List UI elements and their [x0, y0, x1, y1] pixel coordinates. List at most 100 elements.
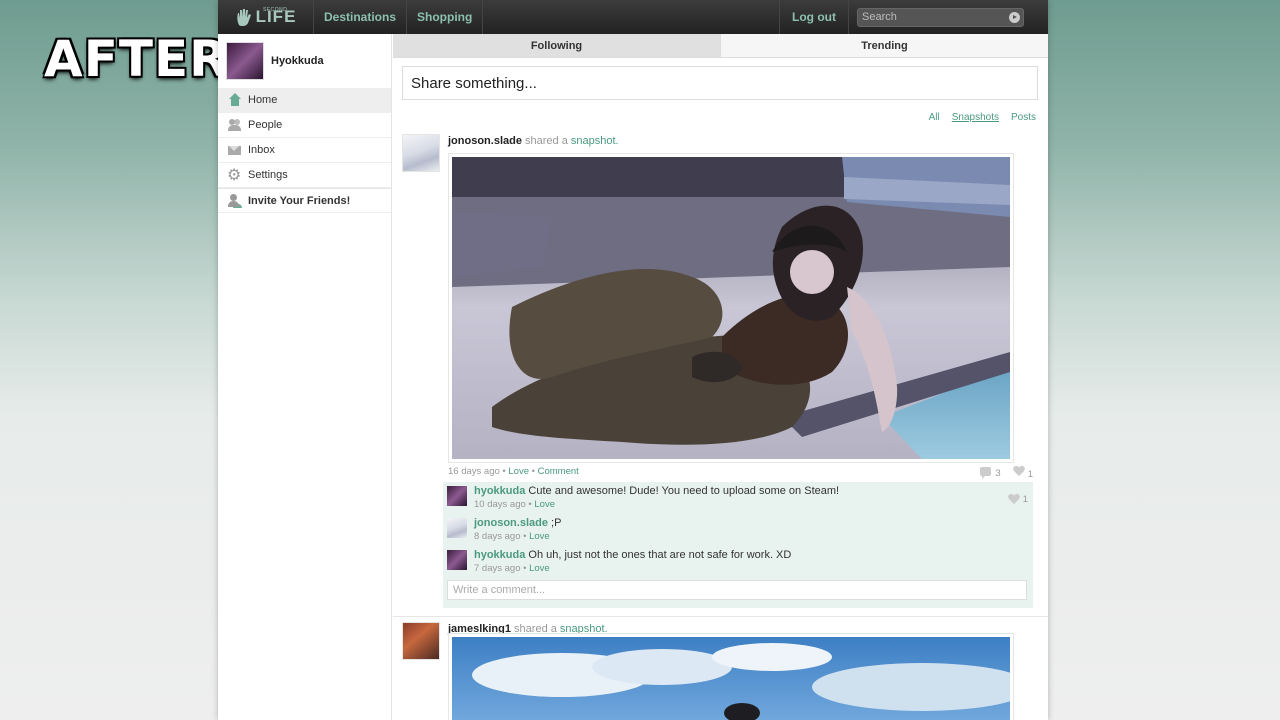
- feed-tabs: Following Trending: [393, 34, 1048, 58]
- post-counts: 3 1: [980, 466, 1033, 480]
- after-overlay-label: AFTER: [44, 30, 229, 88]
- sidebar-item-people[interactable]: People: [218, 113, 391, 138]
- inbox-icon: [228, 143, 242, 157]
- comment-text: jonoson.slade ;P: [474, 517, 561, 529]
- profile-name[interactable]: Hyokkuda: [271, 55, 324, 67]
- search-box: [857, 7, 1024, 27]
- comment-item: hyokkuda Cute and awesome! Dude! You nee…: [443, 482, 1033, 514]
- comment-item: jonoson.slade ;P 8 days ago • Love: [443, 514, 1033, 546]
- comment-meta: 8 days ago • Love: [474, 531, 550, 542]
- comment-item: hyokkuda Oh uh, just not the ones that a…: [443, 546, 1033, 578]
- user-add-icon: [228, 193, 242, 208]
- comment-timestamp: 7 days ago: [474, 563, 521, 574]
- comment-text: hyokkuda Cute and awesome! Dude! You nee…: [474, 485, 839, 497]
- post-author-avatar[interactable]: [402, 134, 440, 172]
- topbar-right: Log out: [779, 0, 1048, 34]
- comment-link[interactable]: Comment: [538, 466, 579, 477]
- comment-meta: 10 days ago • Love: [474, 499, 555, 510]
- comment-body: Cute and awesome! Dude! You need to uplo…: [525, 485, 840, 497]
- nav-shopping[interactable]: Shopping: [407, 0, 484, 34]
- filter-snapshots[interactable]: Snapshots: [952, 112, 999, 123]
- comment-timestamp: 10 days ago: [474, 499, 526, 510]
- sidebar-item-inbox[interactable]: Inbox: [218, 138, 391, 163]
- comment-meta: 7 days ago • Love: [474, 563, 550, 574]
- comment-like-value: 1: [1022, 494, 1028, 505]
- tab-trending[interactable]: Trending: [720, 34, 1048, 58]
- separator-dot: •: [531, 466, 535, 477]
- sidebar-item-label: Settings: [248, 169, 288, 181]
- separator-dot: •: [523, 531, 527, 542]
- logout-button[interactable]: Log out: [779, 0, 849, 34]
- feed-post: jameslking1 shared a snapshot.: [393, 622, 1048, 720]
- sidebar-item-home[interactable]: Home: [218, 88, 391, 113]
- avatar[interactable]: [226, 42, 264, 80]
- comment-author[interactable]: hyokkuda: [474, 485, 525, 497]
- comment-bubble-icon: [980, 467, 992, 479]
- comment-author[interactable]: jonoson.slade: [474, 517, 548, 529]
- invite-label: Invite Your Friends!: [248, 194, 351, 207]
- gear-icon: [227, 165, 242, 184]
- post-header: jonoson.slade shared a snapshot.: [448, 135, 619, 147]
- sidebar-item-label: Home: [248, 94, 278, 106]
- nav-destinations[interactable]: Destinations: [314, 0, 408, 34]
- logo-small-text: SECOND: [263, 7, 288, 13]
- sidebar-item-settings[interactable]: Settings: [218, 163, 391, 188]
- comment-author[interactable]: hyokkuda: [474, 549, 525, 561]
- second-life-logo[interactable]: SECOND LIFE: [218, 0, 314, 34]
- comment-avatar[interactable]: [447, 486, 467, 506]
- post-meta: 16 days ago • Love • Comment: [448, 466, 579, 477]
- feed-column: Following Trending Share something... Al…: [393, 34, 1048, 720]
- tab-following[interactable]: Following: [393, 34, 720, 58]
- sidebar-item-label: Inbox: [248, 144, 275, 156]
- love-count-value: 1: [1027, 469, 1033, 480]
- filter-posts[interactable]: Posts: [1011, 112, 1036, 123]
- feed-post: jonoson.slade shared a snapshot. 16 days…: [393, 134, 1048, 624]
- search-input[interactable]: [862, 11, 1002, 23]
- post-type-link[interactable]: snapshot.: [571, 135, 619, 147]
- heart-icon: [1008, 494, 1020, 505]
- comment-avatar[interactable]: [447, 550, 467, 570]
- invite-friends-link[interactable]: Invite Your Friends!: [218, 188, 391, 213]
- post-author-avatar[interactable]: [402, 622, 440, 660]
- snapshot-image[interactable]: [448, 633, 1014, 720]
- feed-filters: All Snapshots Posts: [393, 100, 1048, 134]
- page-container: SECOND LIFE Destinations Shopping Log ou…: [218, 0, 1048, 720]
- post-timestamp[interactable]: 16 days ago: [448, 466, 500, 477]
- post-verb: shared a: [525, 135, 568, 147]
- comment-timestamp: 8 days ago: [474, 531, 521, 542]
- comment-body: ;P: [547, 517, 562, 529]
- separator-dot: •: [502, 466, 506, 477]
- heart-icon: [1013, 466, 1025, 477]
- snapshot-picture: [452, 637, 1010, 720]
- snapshot-picture: [452, 157, 1010, 459]
- write-comment-input[interactable]: [448, 581, 1026, 599]
- write-comment-box: [447, 580, 1027, 600]
- comment-count-value: 3: [995, 468, 1001, 479]
- snapshot-image[interactable]: [448, 153, 1014, 463]
- love-link[interactable]: Love: [508, 466, 529, 477]
- separator-dot: •: [528, 499, 532, 510]
- post-divider: [393, 616, 1048, 617]
- comment-thread: hyokkuda Cute and awesome! Dude! You nee…: [443, 482, 1033, 608]
- profile-header[interactable]: Hyokkuda: [218, 34, 391, 88]
- share-input[interactable]: Share something...: [402, 66, 1038, 100]
- comment-love-link[interactable]: Love: [529, 563, 550, 574]
- filter-all[interactable]: All: [929, 112, 940, 123]
- search-go-icon[interactable]: [1009, 11, 1020, 23]
- sidebar-item-label: People: [248, 119, 283, 131]
- comment-love-link[interactable]: Love: [529, 531, 550, 542]
- top-navigation-bar: SECOND LIFE Destinations Shopping Log ou…: [218, 0, 1048, 34]
- comment-love-link[interactable]: Love: [534, 499, 555, 510]
- sidebar: Hyokkuda Home People Inbox Settings Invi…: [218, 34, 392, 720]
- comment-body: Oh uh, just not the ones that are not sa…: [525, 549, 792, 561]
- love-count[interactable]: 1: [1013, 466, 1033, 480]
- home-icon: [228, 93, 242, 107]
- comment-text: hyokkuda Oh uh, just not the ones that a…: [474, 549, 791, 561]
- separator-dot: •: [523, 563, 527, 574]
- comment-count[interactable]: 3: [980, 467, 1001, 479]
- hand-icon: [236, 9, 251, 26]
- comment-like-count[interactable]: 1: [1008, 494, 1028, 505]
- post-author-name[interactable]: jonoson.slade: [448, 135, 522, 147]
- comment-avatar[interactable]: [447, 518, 467, 538]
- people-icon: [228, 118, 242, 132]
